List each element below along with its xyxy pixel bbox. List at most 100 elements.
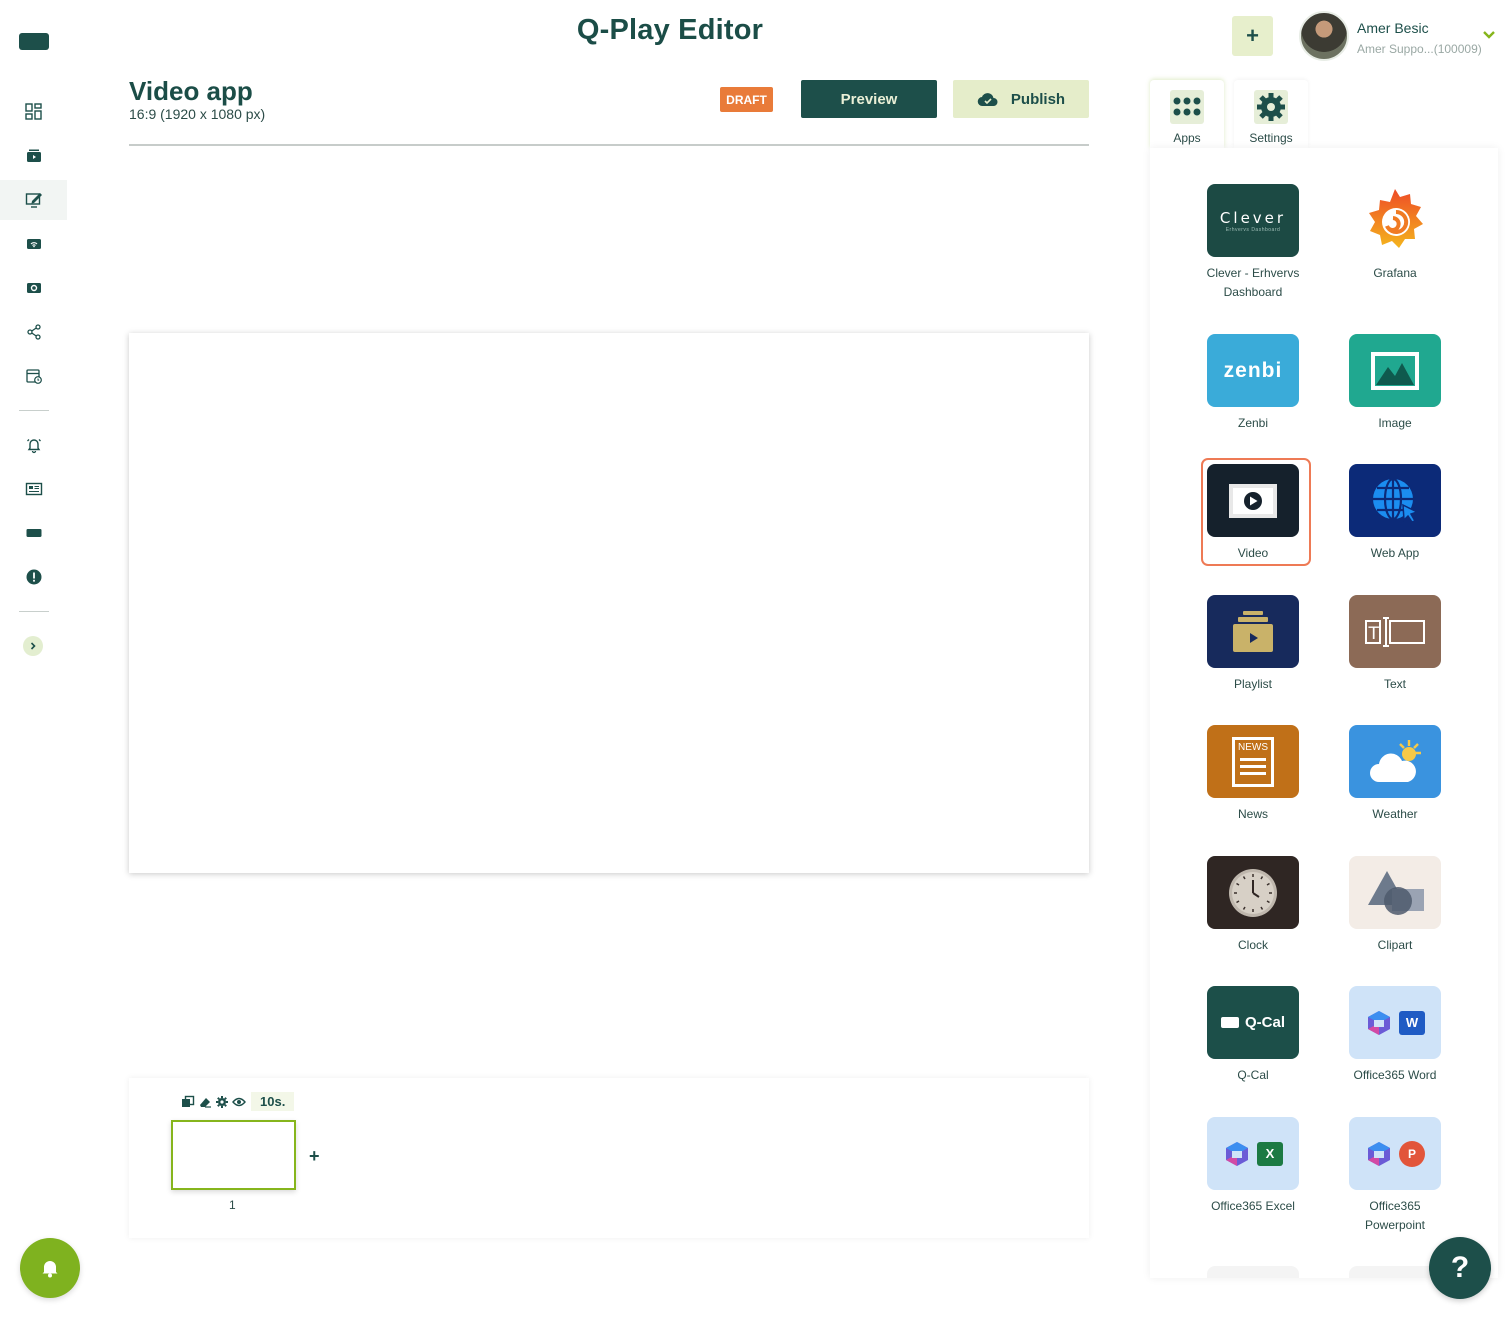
sidebar-item-share[interactable] [0, 312, 67, 352]
playlist-icon [1207, 595, 1299, 668]
sidebar-item-schedule[interactable] [0, 356, 67, 396]
avatar[interactable] [1299, 11, 1349, 61]
word-logo-letter: W [1405, 1015, 1419, 1030]
app-label: Office365 Word [1353, 1068, 1437, 1082]
q-cal-logo-icon: Q-Cal [1207, 986, 1299, 1059]
app-tile-playlist[interactable]: Playlist [1193, 595, 1313, 694]
bell-icon [42, 1261, 58, 1278]
notifications-button[interactable] [20, 1238, 80, 1298]
slide-duration[interactable]: 10s. [251, 1092, 295, 1111]
sidebar-item-dashboard[interactable] [0, 92, 67, 132]
publish-button[interactable]: Publish [953, 80, 1089, 118]
page-title: Video app [129, 76, 253, 106]
channels-icon [26, 283, 41, 293]
sidebar-item-channels[interactable] [0, 268, 67, 308]
slide-tools [181, 1095, 246, 1109]
app-label: Q-Cal [1237, 1068, 1269, 1082]
gear-icon[interactable] [215, 1095, 229, 1109]
logo[interactable] [19, 33, 49, 50]
news-logo-text: NEWS [1238, 741, 1268, 753]
slide-thumbnail[interactable] [171, 1120, 296, 1190]
apps-grid-icon [1170, 90, 1204, 124]
chevron-down-icon[interactable] [1481, 28, 1497, 42]
sidebar-item-news[interactable] [0, 469, 67, 509]
chevron-right-icon [30, 642, 36, 650]
tab-settings[interactable]: Settings [1234, 80, 1308, 148]
info-icon [26, 569, 41, 585]
app-tile-text[interactable]: T Text [1335, 595, 1455, 694]
share-icon [26, 324, 41, 340]
app-tile-clever[interactable]: Clever Erhvervs Dashboard Clever - Erhve… [1193, 184, 1313, 302]
app-label: Weather [1372, 807, 1418, 821]
q-cal-logo-text: Q-Cal [1244, 1014, 1285, 1031]
eye-icon[interactable] [232, 1095, 246, 1109]
app-label: Zenbi [1237, 416, 1269, 430]
app-tile-partial[interactable] [1349, 1266, 1441, 1278]
app-label: Video [1237, 546, 1269, 560]
editor-canvas[interactable] [129, 333, 1089, 873]
clever-logo-text: Clever [1219, 208, 1287, 227]
zenbi-logo-icon: zenbi [1207, 334, 1299, 407]
help-button[interactable]: ? [1429, 1237, 1491, 1299]
sidebar [0, 0, 80, 1318]
header-divider [129, 144, 1089, 146]
app-label: Playlist [1233, 677, 1272, 691]
apps-panel: Clever Erhvervs Dashboard Clever - Erhve… [1150, 148, 1498, 1278]
app-label: Office365 Excel [1211, 1199, 1295, 1213]
add-slide-button[interactable]: + [309, 1146, 323, 1166]
app-label: Text [1383, 677, 1406, 691]
app-tile-weather[interactable]: Weather [1335, 725, 1455, 824]
sidebar-item-info[interactable] [0, 557, 67, 597]
clever-logo-sub: Erhvervs Dashboard [1225, 226, 1281, 233]
tab-apps[interactable]: Apps [1150, 80, 1224, 148]
sidebar-divider [19, 410, 49, 411]
alerts-icon [26, 439, 41, 454]
status-badge: DRAFT [720, 87, 773, 112]
app-tile-clipart[interactable]: Clipart [1335, 856, 1455, 955]
image-icon [1349, 334, 1441, 407]
app-tile-grafana[interactable]: Grafana [1335, 184, 1455, 283]
app-tile-partial[interactable] [1207, 1266, 1299, 1278]
app-tile-zenbi[interactable]: zenbi Zenbi [1193, 334, 1313, 433]
eraser-icon[interactable] [198, 1095, 212, 1109]
tab-settings-label: Settings [1249, 131, 1293, 145]
preview-button[interactable]: Preview [801, 80, 937, 118]
sidebar-item-media[interactable] [0, 136, 67, 176]
slide-timeline: 10s. 1 + [129, 1078, 1089, 1238]
news-icon [25, 482, 42, 496]
sidebar-expand-button[interactable] [23, 636, 43, 656]
app-tile-office365-excel[interactable]: X Office365 Excel [1193, 1117, 1313, 1216]
app-tile-video[interactable]: Video [1193, 458, 1313, 566]
sidebar-divider [19, 611, 49, 612]
editor-icon [25, 193, 42, 208]
excel-logo-letter: X [1265, 1146, 1275, 1161]
app-tile-office365-powerpoint[interactable]: P Office365 Powerpoint [1335, 1117, 1455, 1235]
app-tile-web-app[interactable]: Web App [1335, 464, 1455, 563]
text-field-icon: T [1349, 595, 1441, 668]
add-button[interactable]: + [1232, 16, 1273, 56]
sidebar-item-alerts[interactable] [0, 425, 67, 465]
app-label: Image [1378, 416, 1412, 430]
app-title: Q-Play Editor [576, 14, 764, 46]
app-tile-q-cal[interactable]: Q-Cal Q-Cal [1193, 986, 1313, 1085]
qcal-icon [26, 529, 41, 537]
svg-text:T: T [1368, 624, 1380, 644]
user-account: Amer Suppo...(100009) [1357, 42, 1482, 56]
app-label: Clever - Erhvervs Dashboard [1206, 266, 1300, 299]
zenbi-logo-text: zenbi [1223, 358, 1283, 382]
sidebar-item-screens[interactable] [0, 224, 67, 264]
app-label: Office365 Powerpoint [1364, 1199, 1426, 1232]
app-label: Clipart [1377, 938, 1413, 952]
sidebar-item-qcal[interactable] [0, 513, 67, 553]
app-tile-clock[interactable]: Clock [1193, 856, 1313, 955]
app-tile-office365-word[interactable]: W Office365 Word [1335, 986, 1455, 1085]
sidebar-item-editor[interactable] [0, 180, 67, 220]
app-tile-image[interactable]: Image [1335, 334, 1455, 433]
app-tile-news[interactable]: NEWS News [1193, 725, 1313, 824]
grafana-logo-icon [1349, 184, 1441, 257]
app-label: Clock [1237, 938, 1268, 952]
shapes-icon [1349, 856, 1441, 929]
screens-icon [26, 239, 41, 249]
publish-label: Publish [1010, 90, 1066, 108]
duplicate-icon[interactable] [181, 1095, 195, 1109]
